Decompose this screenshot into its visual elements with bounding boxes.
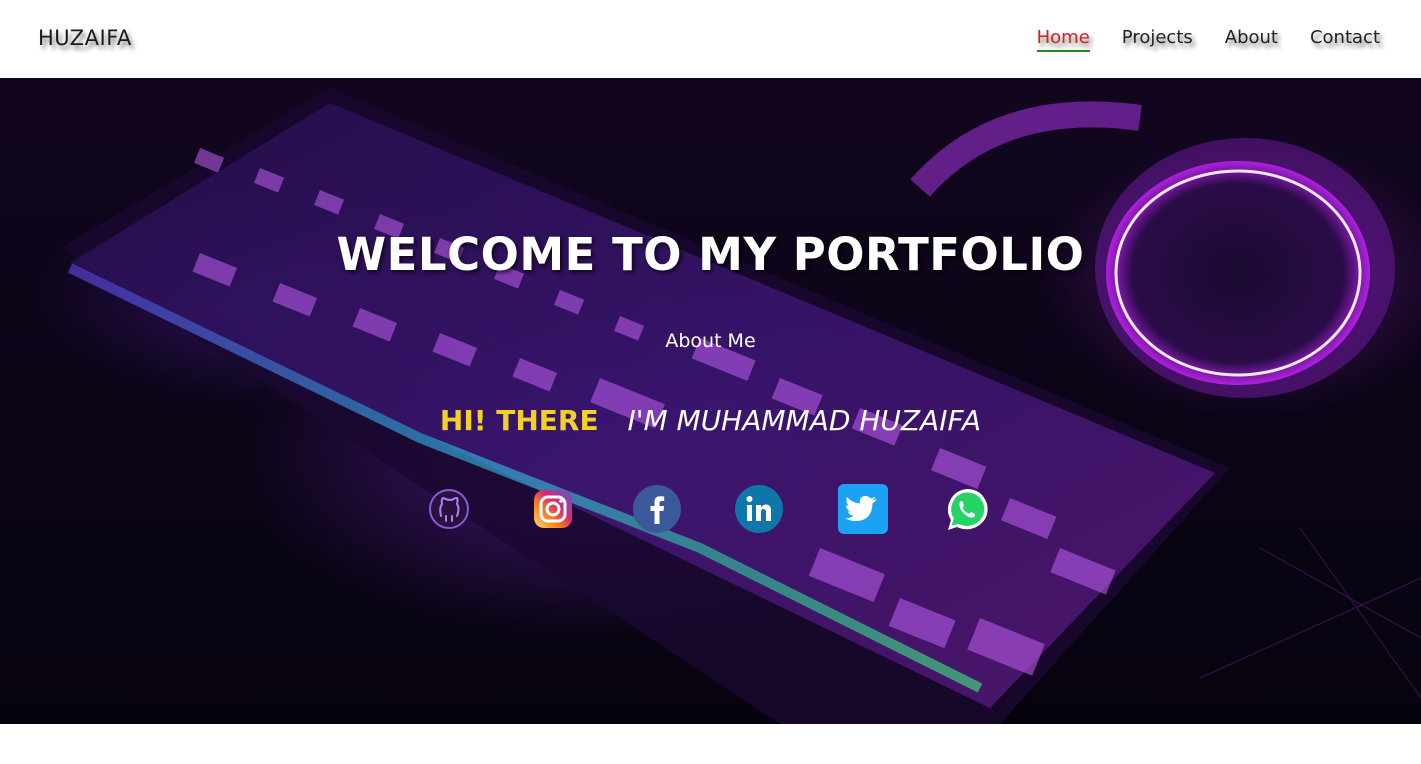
- social-links: [426, 484, 996, 536]
- whatsapp-link[interactable]: [942, 484, 992, 534]
- name-text: I'M MUHAMMAD HUZAIFA: [627, 404, 982, 437]
- hero-section: WELCOME TO MY PORTFOLIO About Me HI! THE…: [0, 78, 1421, 724]
- nav-link-contact[interactable]: Contact: [1310, 27, 1380, 52]
- twitter-icon: [838, 484, 888, 534]
- greeting-text: HI! THERE: [439, 404, 599, 437]
- github-link[interactable]: [426, 484, 476, 534]
- linkedin-icon: [735, 485, 783, 533]
- github-icon: [429, 489, 469, 529]
- instagram-link[interactable]: [530, 484, 580, 534]
- whatsapp-icon: [947, 489, 988, 530]
- hero-title: WELCOME TO MY PORTFOLIO: [336, 228, 1085, 281]
- linkedin-link[interactable]: [734, 484, 784, 534]
- twitter-link[interactable]: [838, 484, 888, 534]
- about-me-link[interactable]: About Me: [0, 330, 1421, 352]
- instagram-icon: [534, 490, 572, 528]
- nav-link-about[interactable]: About: [1225, 27, 1278, 52]
- facebook-link[interactable]: [632, 484, 682, 534]
- intro-line: HI! THERE I'M MUHAMMAD HUZAIFA: [0, 404, 1421, 437]
- brand-logo[interactable]: HUZAIFA: [38, 26, 132, 50]
- keyboard-headphones-background: [60, 88, 1421, 724]
- nav-link-projects[interactable]: Projects: [1122, 27, 1193, 52]
- nav-link-home[interactable]: Home: [1036, 27, 1090, 52]
- nav-links: Home Projects About Contact: [1036, 27, 1380, 52]
- navbar: HUZAIFA Home Projects About Contact: [0, 0, 1421, 78]
- facebook-icon: [633, 485, 681, 533]
